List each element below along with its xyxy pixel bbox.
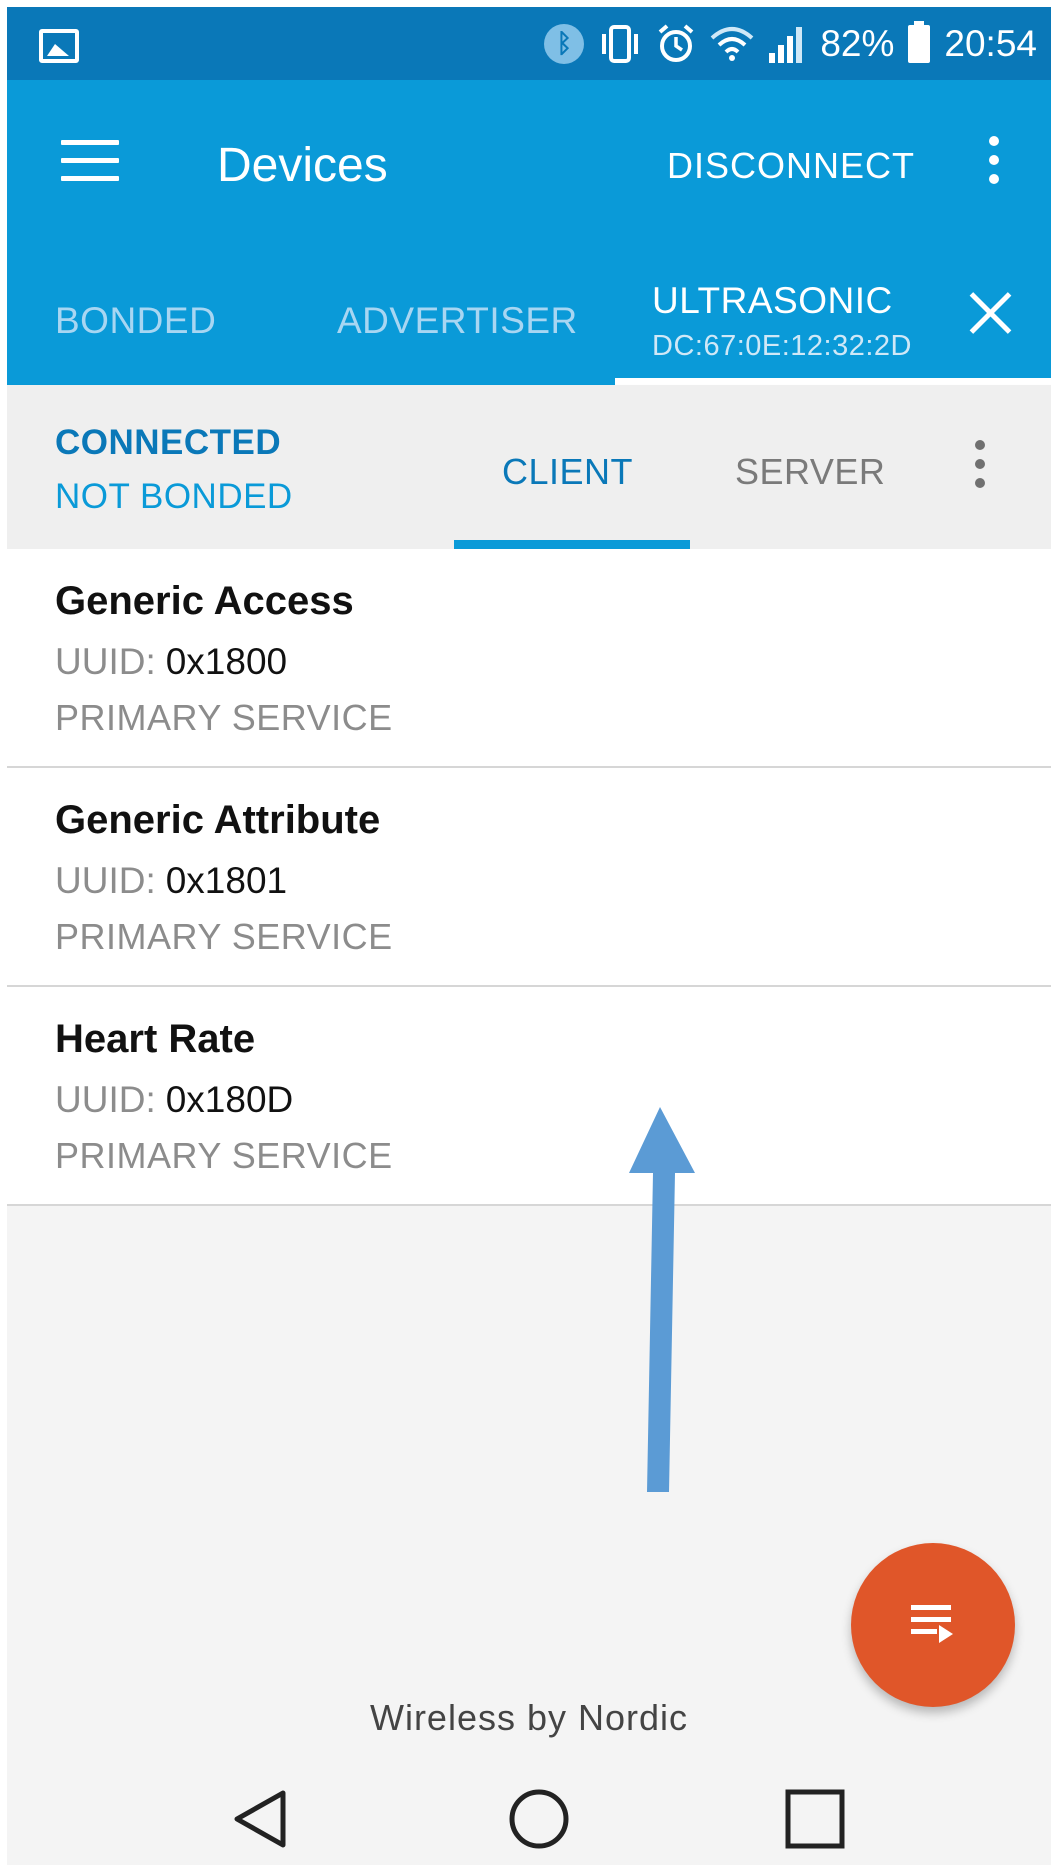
service-uuid-row: UUID: 0x180D — [55, 1079, 293, 1121]
tab-bonded[interactable]: BONDED — [55, 300, 216, 342]
menu-icon[interactable] — [61, 140, 119, 181]
annotation-arrow-icon — [629, 1107, 695, 1492]
tab-server[interactable]: SERVER — [735, 451, 885, 493]
tab-advertiser[interactable]: ADVERTISER — [337, 300, 578, 342]
uuid-value: 0x1800 — [165, 641, 288, 682]
connection-options-icon[interactable] — [975, 440, 987, 496]
app-bar: Devices DISCONNECT BONDED ADVERTISER ULT… — [7, 80, 1051, 385]
footer-brand: Wireless by Nordic — [369, 1697, 689, 1738]
tab-client[interactable]: CLIENT — [502, 451, 633, 493]
connection-state: CONNECTED — [55, 423, 282, 462]
device-name: ULTRASONIC — [652, 280, 893, 321]
uuid-label: UUID: — [55, 1079, 156, 1120]
uuid-value: 0x1801 — [165, 860, 288, 901]
gallery-icon — [39, 29, 79, 63]
log-fab-button[interactable] — [851, 1543, 1015, 1707]
service-list: Generic Access UUID: 0x1800 PRIMARY SERVI… — [7, 549, 1051, 1206]
tab-indicator — [615, 378, 1051, 385]
list-item[interactable]: Generic Access UUID: 0x1800 PRIMARY SERVI… — [7, 549, 1051, 768]
service-name: Generic Attribute — [55, 798, 381, 842]
more-options-icon[interactable] — [989, 136, 1001, 192]
status-bar: ᛒ 82% 20:54 — [7, 7, 1051, 80]
service-uuid-row: UUID: 0x1800 — [55, 641, 287, 683]
battery-icon — [908, 20, 931, 63]
navigation-bar — [7, 1767, 1051, 1865]
play-icon — [939, 1625, 953, 1643]
bond-state: NOT BONDED — [55, 477, 293, 516]
back-icon[interactable] — [229, 1787, 293, 1851]
list-item[interactable]: Generic Attribute UUID: 0x1801 PRIMARY SE… — [7, 768, 1051, 987]
service-name: Heart Rate — [55, 1017, 256, 1061]
service-type: PRIMARY SERVICE — [55, 916, 393, 957]
close-icon[interactable] — [967, 290, 1013, 336]
app-screen: ᛒ 82% 20:54 Devices DISCONNECT BONDED AD… — [7, 7, 1051, 1865]
service-type: PRIMARY SERVICE — [55, 697, 393, 738]
connection-bar: CONNECTED NOT BONDED CLIENT SERVER — [7, 385, 1051, 549]
uuid-label: UUID: — [55, 860, 156, 901]
disconnect-button[interactable]: DISCONNECT — [667, 145, 915, 187]
wifi-icon — [710, 26, 754, 62]
signal-icon — [768, 25, 806, 63]
bluetooth-icon: ᛒ — [544, 23, 585, 64]
service-name: Generic Access — [55, 579, 354, 623]
recent-apps-icon[interactable] — [783, 1787, 847, 1851]
list-item[interactable]: Heart Rate UUID: 0x180D PRIMARY SERVICE — [7, 987, 1051, 1206]
battery-percent: 82% — [820, 22, 895, 64]
tab-device[interactable]: ULTRASONIC DC:67:0E:12:32:2D — [652, 280, 912, 363]
uuid-label: UUID: — [55, 641, 156, 682]
service-type: PRIMARY SERVICE — [55, 1135, 393, 1176]
service-uuid-row: UUID: 0x1801 — [55, 860, 287, 902]
home-icon[interactable] — [507, 1787, 571, 1851]
device-mac: DC:67:0E:12:32:2D — [652, 330, 912, 362]
clock: 20:54 — [944, 22, 1037, 64]
client-tab-indicator — [454, 540, 690, 549]
alarm-icon — [656, 23, 696, 64]
uuid-value: 0x180D — [165, 1079, 294, 1120]
page-title: Devices — [217, 139, 388, 192]
vibrate-icon — [598, 24, 642, 64]
status-icons: ᛒ 82% 20:54 — [544, 7, 1037, 80]
